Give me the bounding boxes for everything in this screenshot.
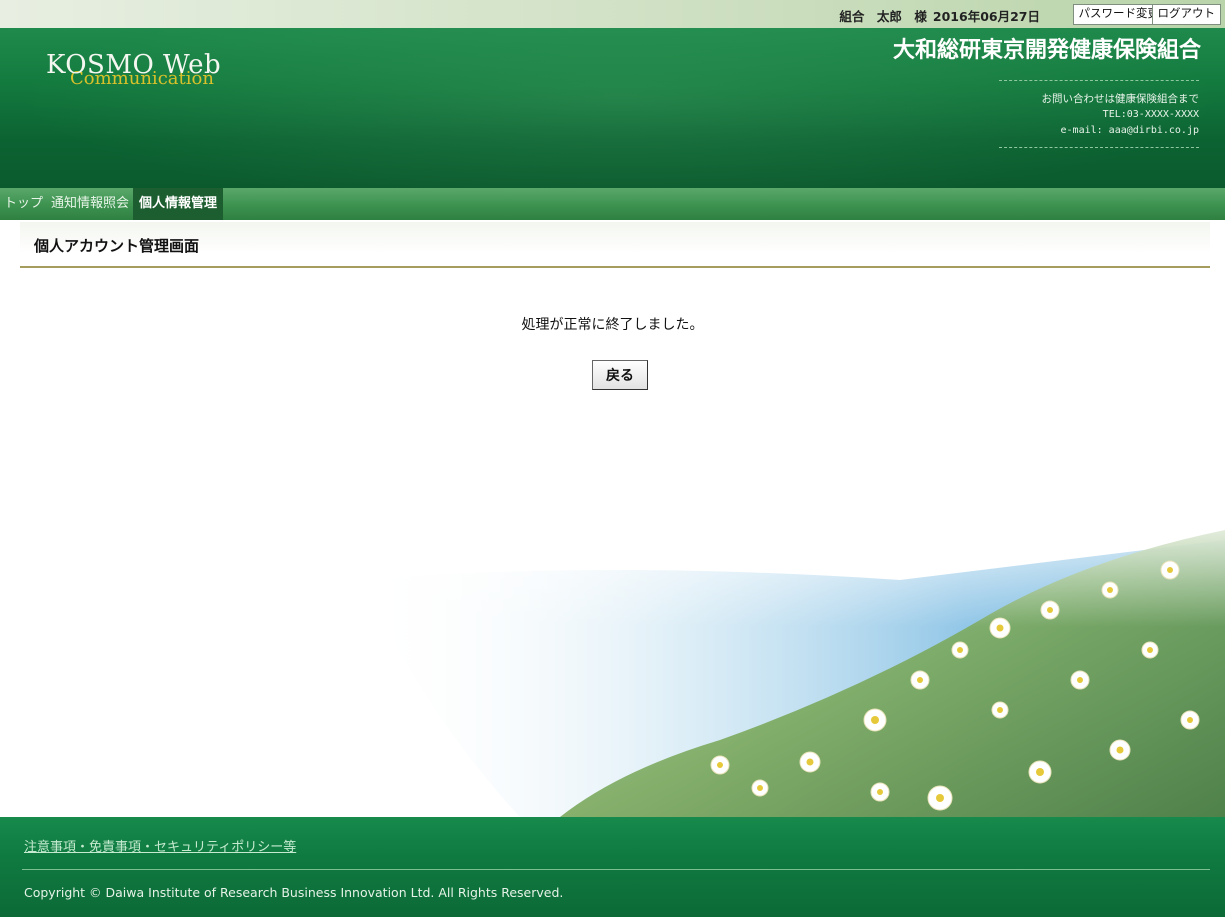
copyright-text: Copyright © Daiwa Institute of Research … xyxy=(24,885,564,900)
user-info: 組合 太郎 様 2016年06月27日 xyxy=(839,6,1040,25)
nav-item-notification-inquiry[interactable]: 通知情報照会 xyxy=(47,188,133,220)
footer-divider xyxy=(22,869,1210,870)
contact-email: e-mail: aaa@dirbi.co.jp xyxy=(1060,125,1199,136)
site-footer: 注意事項・免責事項・セキュリティポリシー等 Copyright © Daiwa … xyxy=(0,817,1225,917)
site-header: Communication KOSMO Web 大和総研東京開発健康保険組合 お… xyxy=(0,28,1225,188)
nav-item-personal-info[interactable]: 個人情報管理 xyxy=(133,188,224,220)
organization-name: 大和総研東京開発健康保険組合 xyxy=(892,38,1201,63)
contact-info: お問い合わせは健康保険組合まで TEL:03-XXXX-XXXX e-mail:… xyxy=(999,80,1199,148)
page-title: 個人アカウント管理画面 xyxy=(34,237,200,255)
scenery-image xyxy=(0,500,1225,817)
logo-title: KOSMO Web xyxy=(46,50,222,80)
contact-tel: TEL:03-XXXX-XXXX xyxy=(1102,109,1199,120)
back-button[interactable]: 戻る xyxy=(592,360,648,390)
top-strip: 組合 太郎 様 2016年06月27日 パスワード変更 ログアウト xyxy=(0,0,1225,28)
main-nav: トップ 通知情報照会 個人情報管理 xyxy=(0,188,1225,220)
contact-note: お問い合わせは健康保険組合まで xyxy=(1041,93,1200,105)
terms-link[interactable]: 注意事項・免責事項・セキュリティポリシー等 xyxy=(24,836,296,855)
completion-message: 処理が正常に終了しました。 xyxy=(521,317,704,333)
seaside-flowers-illustration xyxy=(0,500,1225,817)
user-name: 組合 太郎 様 xyxy=(839,9,927,24)
page-title-bar: 個人アカウント管理画面 xyxy=(20,222,1210,268)
nav-item-top[interactable]: トップ xyxy=(0,188,47,220)
current-date: 2016年06月27日 xyxy=(932,9,1040,24)
logout-button[interactable]: ログアウト xyxy=(1151,4,1221,25)
